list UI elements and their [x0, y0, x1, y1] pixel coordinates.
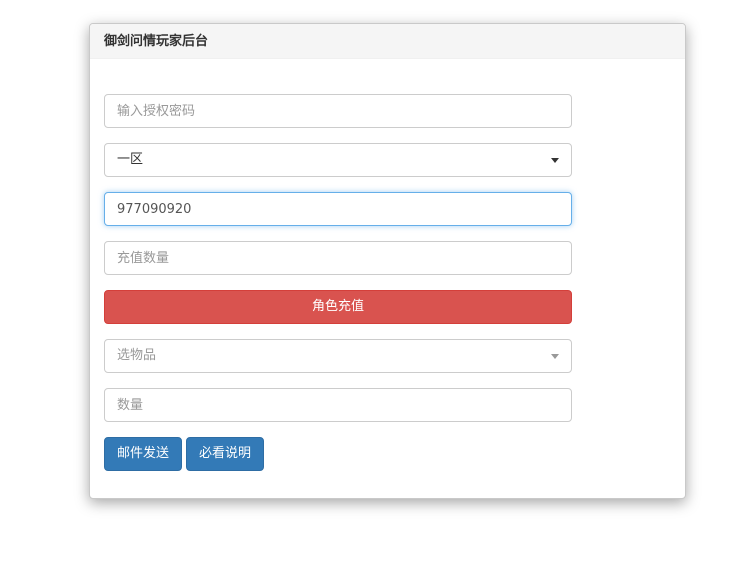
caret-down-icon [551, 354, 559, 359]
recharge-amount-field[interactable] [104, 241, 572, 275]
caret-down-icon [551, 158, 559, 163]
panel-title: 御剑问情玩家后台 [90, 24, 685, 59]
recharge-amount-input[interactable] [105, 242, 571, 274]
auth-code-field[interactable] [104, 94, 572, 128]
player-id-field[interactable] [104, 192, 572, 226]
admin-form: 一区 角色充值 选物品 邮件发送 必看说明 [104, 94, 572, 471]
auth-code-input[interactable] [105, 95, 571, 127]
item-select[interactable]: 选物品 [104, 339, 572, 373]
item-quantity-input[interactable] [105, 389, 571, 421]
action-buttons: 邮件发送 必看说明 [104, 437, 572, 471]
player-id-input[interactable] [105, 193, 571, 225]
mail-send-button[interactable]: 邮件发送 [104, 437, 183, 471]
admin-panel: 御剑问情玩家后台 一区 角色充值 选物品 邮件发送 必看说明 [89, 23, 686, 499]
item-quantity-field[interactable] [104, 388, 572, 422]
help-button[interactable]: 必看说明 [186, 437, 265, 471]
recharge-button[interactable]: 角色充值 [104, 290, 572, 324]
server-select[interactable]: 一区 [104, 143, 572, 177]
item-select-placeholder: 选物品 [117, 348, 157, 363]
server-select-value: 一区 [117, 152, 144, 167]
